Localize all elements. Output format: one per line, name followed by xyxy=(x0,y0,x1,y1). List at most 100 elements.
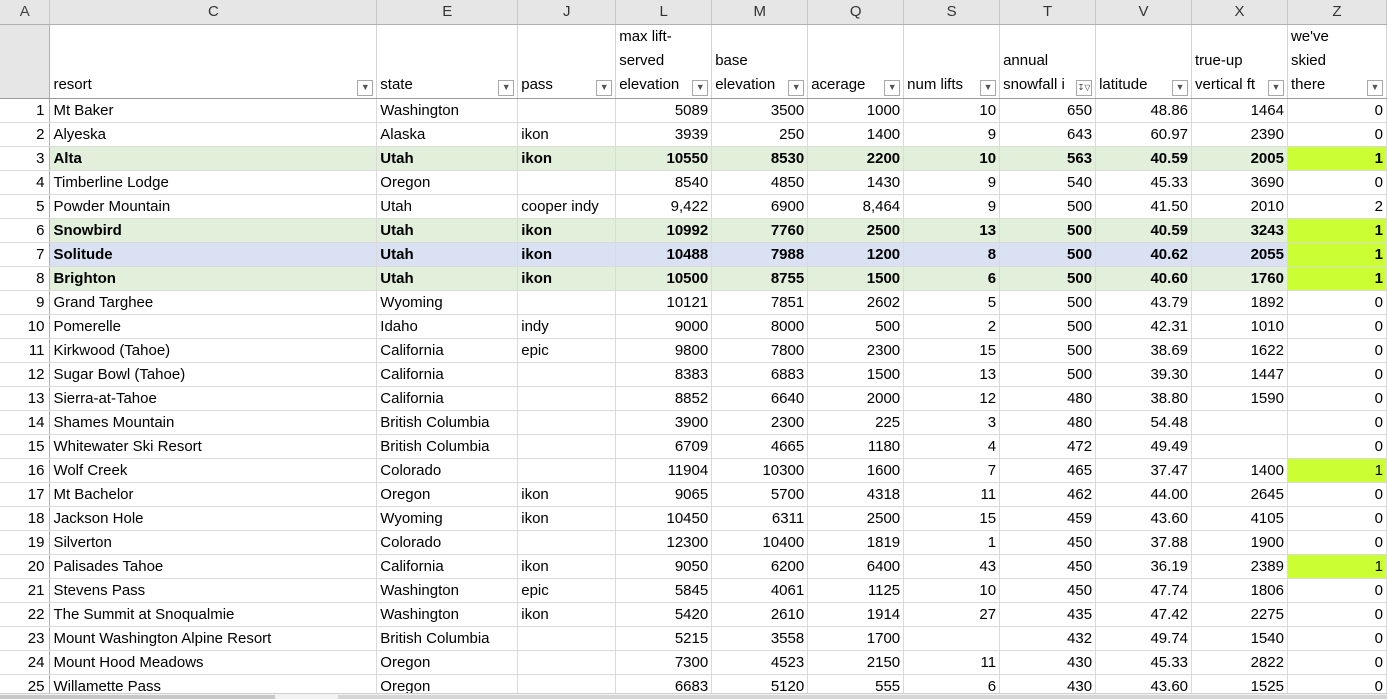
row-number[interactable]: 4 xyxy=(0,170,51,195)
cell-max-elev[interactable]: 8852 xyxy=(615,386,713,411)
cell-pass[interactable]: cooper indy xyxy=(517,194,617,219)
cell-vertical[interactable]: 1464 xyxy=(1191,98,1288,123)
cell-max-elev[interactable]: 8540 xyxy=(615,170,713,195)
cell-resort[interactable]: Silverton xyxy=(49,530,378,555)
row-number[interactable]: 21 xyxy=(0,578,51,603)
cell-base-elev[interactable]: 3500 xyxy=(711,98,809,123)
column-letter-E[interactable]: E xyxy=(376,0,519,25)
cell-base-elev[interactable]: 7851 xyxy=(711,290,809,315)
cell-vertical[interactable]: 3243 xyxy=(1191,218,1288,243)
cell-acerage[interactable]: 1125 xyxy=(807,578,905,603)
row-number[interactable]: 12 xyxy=(0,362,51,387)
cell-snowfall[interactable]: 462 xyxy=(999,482,1097,507)
cell-pass[interactable]: ikon xyxy=(517,554,617,579)
cell-max-elev[interactable]: 8383 xyxy=(615,362,713,387)
cell-vertical[interactable]: 1447 xyxy=(1191,362,1288,387)
cell-acerage[interactable]: 1180 xyxy=(807,434,905,459)
cell-num-lifts[interactable]: 1 xyxy=(903,530,1001,555)
cell-acerage[interactable]: 1819 xyxy=(807,530,905,555)
row-number[interactable]: 17 xyxy=(0,482,51,507)
cell-latitude[interactable]: 45.33 xyxy=(1095,170,1193,195)
cell-latitude[interactable]: 44.00 xyxy=(1095,482,1193,507)
cell-pass[interactable] xyxy=(517,362,617,387)
cell-base-elev[interactable]: 8530 xyxy=(711,146,809,171)
row-number[interactable]: 7 xyxy=(0,242,51,267)
cell-pass[interactable]: ikon xyxy=(517,242,617,267)
cell-latitude[interactable]: 42.31 xyxy=(1095,314,1193,339)
cell-num-lifts[interactable]: 43 xyxy=(903,554,1001,579)
cell-resort[interactable]: Brighton xyxy=(49,266,378,291)
cell-resort[interactable]: Solitude xyxy=(49,242,378,267)
cell-skied[interactable]: 1 xyxy=(1287,554,1387,579)
cell-acerage[interactable]: 2500 xyxy=(807,218,905,243)
cell-resort[interactable]: Sugar Bowl (Tahoe) xyxy=(49,362,378,387)
cell-latitude[interactable]: 54.48 xyxy=(1095,410,1193,435)
cell-skied[interactable]: 1 xyxy=(1287,458,1387,483)
cell-pass[interactable] xyxy=(517,650,617,675)
cell-skied[interactable]: 1 xyxy=(1287,266,1387,291)
cell-base-elev[interactable]: 7760 xyxy=(711,218,809,243)
cell-resort[interactable]: Timberline Lodge xyxy=(49,170,378,195)
cell-resort[interactable]: Alyeska xyxy=(49,122,378,147)
cell-state[interactable]: Washington xyxy=(376,602,519,627)
cell-snowfall[interactable]: 435 xyxy=(999,602,1097,627)
cell-state[interactable]: Utah xyxy=(376,146,519,171)
cell-snowfall[interactable]: 500 xyxy=(999,242,1097,267)
cell-resort[interactable]: Sierra-at-Tahoe xyxy=(49,386,378,411)
column-letter-X[interactable]: X xyxy=(1191,0,1288,25)
cell-vertical[interactable]: 1590 xyxy=(1191,386,1288,411)
cell-resort[interactable]: Shames Mountain xyxy=(49,410,378,435)
cell-acerage[interactable]: 6400 xyxy=(807,554,905,579)
cell-max-elev[interactable]: 5215 xyxy=(615,626,713,651)
cell-snowfall[interactable]: 643 xyxy=(999,122,1097,147)
cell-acerage[interactable]: 225 xyxy=(807,410,905,435)
cell-snowfall[interactable]: 500 xyxy=(999,266,1097,291)
column-letter-S[interactable]: S xyxy=(903,0,1001,25)
cell-max-elev[interactable]: 10550 xyxy=(615,146,713,171)
row-number[interactable]: 13 xyxy=(0,386,51,411)
cell-latitude[interactable]: 60.97 xyxy=(1095,122,1193,147)
cell-base-elev[interactable]: 4850 xyxy=(711,170,809,195)
cell-acerage[interactable]: 1500 xyxy=(807,362,905,387)
row-number[interactable]: 23 xyxy=(0,626,51,651)
cell-num-lifts[interactable]: 15 xyxy=(903,338,1001,363)
cell-state[interactable]: British Columbia xyxy=(376,434,519,459)
cell-acerage[interactable]: 1400 xyxy=(807,122,905,147)
cell-vertical[interactable]: 1622 xyxy=(1191,338,1288,363)
cell-skied[interactable]: 0 xyxy=(1287,170,1387,195)
cell-skied[interactable]: 0 xyxy=(1287,314,1387,339)
cell-max-elev[interactable]: 10992 xyxy=(615,218,713,243)
cell-max-elev[interactable]: 5089 xyxy=(615,98,713,123)
cell-pass[interactable]: ikon xyxy=(517,506,617,531)
cell-state[interactable]: Colorado xyxy=(376,458,519,483)
cell-max-elev[interactable]: 9,422 xyxy=(615,194,713,219)
cell-acerage[interactable]: 2150 xyxy=(807,650,905,675)
cell-pass[interactable] xyxy=(517,530,617,555)
cell-pass[interactable] xyxy=(517,386,617,411)
cell-snowfall[interactable]: 459 xyxy=(999,506,1097,531)
filter-dropdown-icon[interactable]: ▼ xyxy=(788,79,805,96)
cell-num-lifts[interactable]: 12 xyxy=(903,386,1001,411)
filter-dropdown-icon[interactable]: ▼ xyxy=(884,79,901,96)
cell-vertical[interactable] xyxy=(1191,410,1288,435)
cell-skied[interactable]: 1 xyxy=(1287,218,1387,243)
cell-num-lifts[interactable]: 4 xyxy=(903,434,1001,459)
cell-num-lifts[interactable] xyxy=(903,626,1001,651)
row-number[interactable]: 5 xyxy=(0,194,51,219)
cell-base-elev[interactable]: 4665 xyxy=(711,434,809,459)
scrollbar-thumb[interactable] xyxy=(338,695,1387,699)
cell-state[interactable]: British Columbia xyxy=(376,626,519,651)
cell-skied[interactable]: 0 xyxy=(1287,506,1387,531)
cell-base-elev[interactable]: 7800 xyxy=(711,338,809,363)
cell-vertical[interactable]: 3690 xyxy=(1191,170,1288,195)
filter-sort-desc-icon[interactable]: ↧▽ xyxy=(1076,79,1093,96)
cell-state[interactable]: Idaho xyxy=(376,314,519,339)
column-letter-Q[interactable]: Q xyxy=(807,0,905,25)
cell-state[interactable]: Wyoming xyxy=(376,290,519,315)
row-number[interactable]: 3 xyxy=(0,146,51,171)
filter-dropdown-icon[interactable]: ▼ xyxy=(980,79,997,96)
cell-state[interactable]: California xyxy=(376,362,519,387)
cell-skied[interactable]: 0 xyxy=(1287,650,1387,675)
row-number[interactable]: 2 xyxy=(0,122,51,147)
cell-pass[interactable]: ikon xyxy=(517,146,617,171)
